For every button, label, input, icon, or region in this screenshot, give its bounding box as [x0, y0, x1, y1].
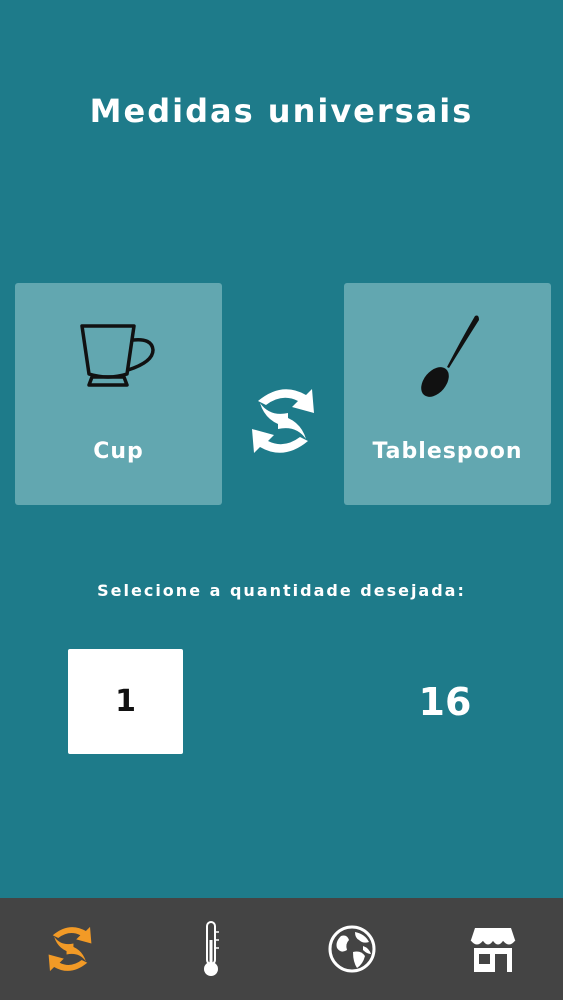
- thermometer-icon: [204, 921, 220, 976]
- from-unit-label: Cup: [93, 439, 144, 464]
- nav-temperature[interactable]: [161, 909, 261, 989]
- to-unit-card[interactable]: Tablespoon: [344, 283, 551, 505]
- quantity-prompt: Selecione a quantidade desejada:: [97, 581, 466, 600]
- globe-icon: [328, 925, 376, 973]
- nav-store[interactable]: [443, 909, 543, 989]
- result-value: 16: [418, 680, 472, 724]
- spoon-icon: [344, 307, 551, 407]
- quantity-input[interactable]: [68, 649, 183, 754]
- convert-icon: [48, 926, 92, 972]
- converter-screen: Medidas universais Cup Tablespoon Seleci…: [0, 0, 563, 898]
- nav-world[interactable]: [302, 909, 402, 989]
- page-title: Medidas universais: [89, 92, 474, 130]
- to-unit-label: Tablespoon: [372, 439, 523, 464]
- store-icon: [470, 928, 516, 972]
- from-unit-card[interactable]: Cup: [15, 283, 222, 505]
- bottom-nav: [0, 898, 563, 1000]
- nav-converter[interactable]: [20, 909, 120, 989]
- swap-arrows-icon: [252, 389, 314, 453]
- cup-icon: [15, 307, 222, 407]
- swap-units-button[interactable]: [243, 375, 323, 467]
